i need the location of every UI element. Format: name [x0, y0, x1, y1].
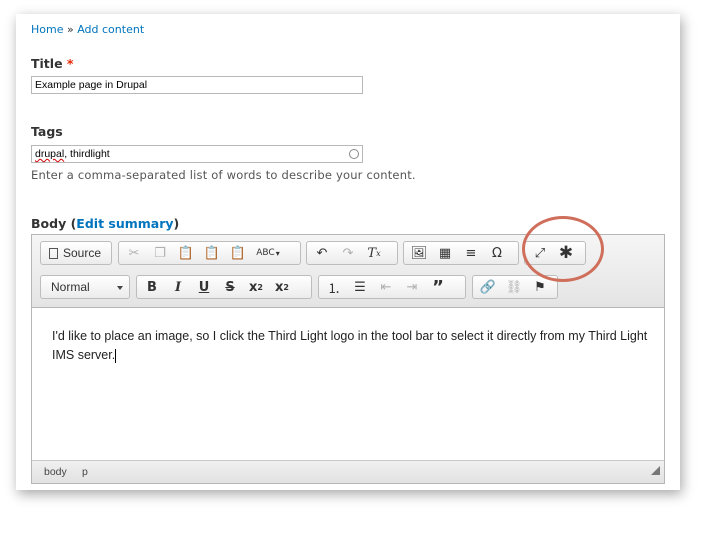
resize-handle-icon[interactable]: [651, 466, 660, 475]
body-label-text: Body: [31, 216, 67, 231]
numbered-list-icon[interactable]: ⒈: [321, 277, 347, 297]
title-label-text: Title: [31, 56, 63, 71]
superscript-icon[interactable]: x2: [269, 277, 295, 297]
paragraph-group: ⒈ ☰ ⇤ ⇥ ”: [318, 275, 466, 299]
body-label: Body (Edit summary): [31, 216, 179, 231]
underline-icon[interactable]: U: [191, 277, 217, 297]
source-label: Source: [63, 246, 102, 260]
source-button[interactable]: Source: [43, 243, 107, 263]
cut-icon[interactable]: ✂: [121, 243, 147, 263]
breadcrumb-home[interactable]: Home: [31, 23, 63, 36]
insert-group: 🖼 ▦ ≡ Ω: [403, 241, 519, 265]
breadcrumb-add-content[interactable]: Add content: [77, 23, 144, 36]
remove-format-icon[interactable]: Tx: [361, 243, 387, 263]
title-input[interactable]: Example page in Drupal: [31, 76, 363, 94]
horizontal-rule-icon[interactable]: ≡: [458, 243, 484, 263]
table-icon[interactable]: ▦: [432, 243, 458, 263]
bulleted-list-icon[interactable]: ☰: [347, 277, 373, 297]
breadcrumb-separator: »: [63, 23, 78, 36]
outdent-icon[interactable]: ⇤: [373, 277, 399, 297]
editor-content-area[interactable]: I'd like to place an image, so I click t…: [52, 327, 652, 365]
misspelled-word: drupal: [35, 148, 65, 160]
breadcrumb: Home » Add content: [31, 23, 144, 36]
format-select-value: Normal: [51, 280, 90, 294]
path-body[interactable]: body: [44, 466, 67, 478]
indent-icon[interactable]: ⇥: [399, 277, 425, 297]
strikethrough-icon[interactable]: S: [217, 277, 243, 297]
special-char-icon[interactable]: Ω: [484, 243, 510, 263]
source-group: Source: [40, 241, 112, 265]
undo-icon[interactable]: ↶: [309, 243, 335, 263]
unlink-icon[interactable]: ⛓: [501, 277, 527, 297]
paste-text-icon[interactable]: 📋: [199, 243, 225, 263]
tags-input[interactable]: drupal, thirdlight: [31, 145, 363, 163]
tags-label: Tags: [31, 124, 63, 139]
image-icon[interactable]: 🖼: [406, 243, 432, 263]
italic-icon[interactable]: I: [165, 277, 191, 297]
basic-styles-group: B I U S x2 x2: [136, 275, 312, 299]
highlight-circle: [522, 216, 604, 282]
paste-icon[interactable]: 📋: [173, 243, 199, 263]
subscript-icon[interactable]: x2: [243, 277, 269, 297]
spellcheck-icon[interactable]: ABC ▾: [251, 243, 285, 263]
format-select[interactable]: Normal: [40, 275, 130, 299]
link-icon[interactable]: 🔗: [475, 277, 501, 297]
autocomplete-throbber-icon: [349, 149, 359, 159]
tags-value-rest: , thirdlight: [64, 148, 110, 160]
copy-icon[interactable]: ❐: [147, 243, 173, 263]
required-mark: *: [66, 56, 74, 71]
bold-icon[interactable]: B: [139, 277, 165, 297]
undo-group: ↶ ↷ Tx: [306, 241, 398, 265]
paste-word-icon[interactable]: 📋: [225, 243, 251, 263]
editor-paragraph: I'd like to place an image, so I click t…: [52, 329, 648, 362]
text-cursor: [115, 348, 117, 363]
chevron-down-icon: [117, 286, 123, 290]
source-icon: [49, 247, 58, 259]
editor-statusbar: body p: [32, 460, 664, 483]
path-p[interactable]: p: [82, 466, 88, 478]
redo-icon[interactable]: ↷: [335, 243, 361, 263]
tags-help-text: Enter a comma-separated list of words to…: [31, 168, 416, 182]
title-label: Title *: [31, 56, 73, 71]
edit-summary-link[interactable]: Edit summary: [76, 216, 173, 231]
body-close-paren: ): [173, 216, 180, 231]
clipboard-group: ✂ ❐ 📋 📋 📋 ABC ▾: [118, 241, 301, 265]
blockquote-icon[interactable]: ”: [425, 277, 451, 298]
